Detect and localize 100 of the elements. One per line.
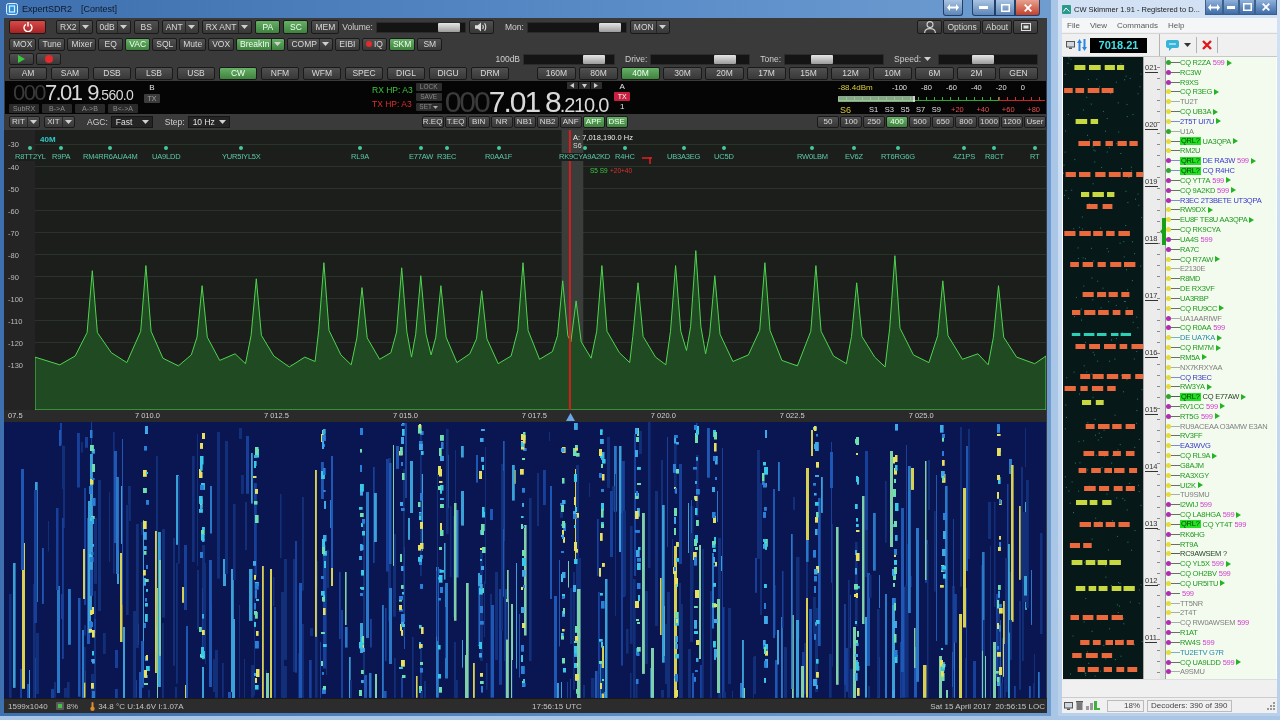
toolbar-button[interactable]: VOX: [208, 37, 235, 51]
toolbar-button[interactable]: SM: [417, 37, 443, 51]
mode-button[interactable]: NFM: [261, 67, 299, 80]
toolbar-button[interactable]: VAC: [125, 37, 151, 51]
minimize-button[interactable]: [972, 0, 995, 16]
close-button[interactable]: [1015, 0, 1040, 16]
toolbar-button[interactable]: PA: [255, 20, 281, 34]
close-button[interactable]: [1255, 0, 1277, 15]
filter-button[interactable]: 800: [955, 115, 977, 128]
filter-button[interactable]: User: [1024, 115, 1046, 128]
menu-item[interactable]: Commands: [1112, 20, 1163, 30]
mode-button[interactable]: DSB: [93, 67, 131, 80]
play-button[interactable]: [9, 53, 34, 65]
monitor-icon[interactable]: [1066, 41, 1075, 49]
filter-button[interactable]: 650: [932, 115, 954, 128]
dropdown-field[interactable]: 10 Hz: [187, 115, 230, 128]
caret-icon[interactable]: [1184, 43, 1191, 47]
toolbar-button[interactable]: EIBI: [334, 37, 360, 51]
dsp-button[interactable]: T.EQ: [444, 115, 467, 128]
mode-button[interactable]: CW: [219, 67, 257, 80]
maximize-button[interactable]: [995, 0, 1015, 16]
filter-button[interactable]: 500: [909, 115, 931, 128]
slider[interactable]: [784, 53, 885, 65]
slider-thumb[interactable]: [438, 22, 461, 32]
dock-button[interactable]: [943, 0, 963, 16]
menu-item[interactable]: View: [1084, 20, 1113, 30]
dropdown-button[interactable]: RX ANT: [201, 20, 253, 34]
toolbar-button[interactable]: BS: [133, 20, 159, 34]
slider-thumb[interactable]: [598, 22, 621, 32]
filter-button[interactable]: 1200: [1001, 115, 1023, 128]
mode-button[interactable]: SPEC: [345, 67, 383, 80]
dropdown-button[interactable]: RX2: [56, 20, 93, 34]
toolbar-button[interactable]: SC: [283, 20, 309, 34]
dropdown-field[interactable]: Fast: [110, 115, 153, 128]
slider-thumb[interactable]: [583, 54, 606, 64]
caret-icon[interactable]: [924, 57, 931, 61]
dsp-button[interactable]: APF: [582, 115, 605, 128]
toolbar-button[interactable]: Mixer: [67, 37, 97, 51]
filter-button[interactable]: 100: [840, 115, 862, 128]
dsp-button[interactable]: DSE: [605, 115, 628, 128]
toolbar-button[interactable]: MOX: [9, 37, 37, 51]
filter-button[interactable]: 1000: [978, 115, 1000, 128]
band-button[interactable]: 10M: [873, 67, 912, 80]
dsp-button[interactable]: NR: [490, 115, 513, 128]
dock-button[interactable]: [1205, 0, 1223, 15]
dropdown-button[interactable]: ANT: [161, 20, 199, 34]
band-button[interactable]: 6M: [915, 67, 954, 80]
toolbar-button[interactable]: About: [981, 20, 1012, 34]
band-button[interactable]: 30M: [663, 67, 702, 80]
dropdown-button[interactable]: RIT: [9, 115, 40, 128]
band-button[interactable]: 2M: [957, 67, 996, 80]
mode-button[interactable]: DIGL: [387, 67, 425, 80]
mode-button[interactable]: USB: [177, 67, 215, 80]
step-button[interactable]: [590, 82, 602, 89]
band-button[interactable]: 17M: [747, 67, 786, 80]
filter-button[interactable]: 400: [886, 115, 908, 128]
slider[interactable]: [526, 21, 627, 33]
slider[interactable]: [375, 21, 466, 33]
filter-button[interactable]: 50: [817, 115, 839, 128]
record-button[interactable]: [36, 53, 61, 65]
toolbar-button[interactable]: Tune: [38, 37, 66, 51]
step-button[interactable]: [566, 82, 578, 89]
band-button[interactable]: 80M: [579, 67, 618, 80]
mode-button[interactable]: LSB: [135, 67, 173, 80]
menu-item[interactable]: File: [1062, 20, 1085, 30]
dsp-button[interactable]: BIN: [467, 115, 490, 128]
dropdown-button[interactable]: 0dB: [95, 20, 131, 34]
layout-button[interactable]: [1013, 20, 1038, 34]
slider[interactable]: [650, 53, 751, 65]
frequency-field[interactable]: 7018.21: [1090, 37, 1147, 53]
mode-button[interactable]: WFM: [303, 67, 341, 80]
slider-thumb[interactable]: [810, 54, 833, 64]
band-button[interactable]: GEN: [999, 67, 1038, 80]
filter-button[interactable]: 250: [863, 115, 885, 128]
step-button[interactable]: [578, 82, 590, 89]
toolbar-button[interactable]: IQ: [361, 37, 387, 51]
dropdown-button[interactable]: COMP: [287, 37, 333, 51]
band-button[interactable]: 20M: [705, 67, 744, 80]
updown-arrows-icon[interactable]: [1077, 39, 1087, 51]
toolbar-button[interactable]: SQL: [152, 37, 178, 51]
menu-item[interactable]: Help: [1163, 20, 1190, 30]
cross-icon[interactable]: [1202, 40, 1212, 50]
speaker-button[interactable]: [468, 20, 494, 34]
dropdown-button[interactable]: XIT: [44, 115, 75, 128]
toolbar-button[interactable]: MEM: [311, 20, 340, 34]
mode-button[interactable]: DRM: [471, 67, 509, 80]
dsp-button[interactable]: R.EQ: [421, 115, 444, 128]
dsp-button[interactable]: NB2: [536, 115, 559, 128]
mode-button[interactable]: DIGU: [429, 67, 467, 80]
minimize-button[interactable]: [1223, 0, 1239, 15]
slider[interactable]: [938, 53, 1038, 65]
maximize-button[interactable]: [1239, 0, 1255, 15]
user-button[interactable]: [917, 20, 943, 34]
dsp-button[interactable]: ANF: [559, 115, 582, 128]
slider-thumb[interactable]: [714, 54, 737, 64]
slider[interactable]: [523, 53, 616, 65]
tuning-marker[interactable]: [1160, 218, 1166, 245]
power-button[interactable]: [9, 20, 46, 34]
toolbar-button[interactable]: Options: [943, 20, 981, 34]
toolbar-button[interactable]: EQ: [98, 37, 124, 51]
